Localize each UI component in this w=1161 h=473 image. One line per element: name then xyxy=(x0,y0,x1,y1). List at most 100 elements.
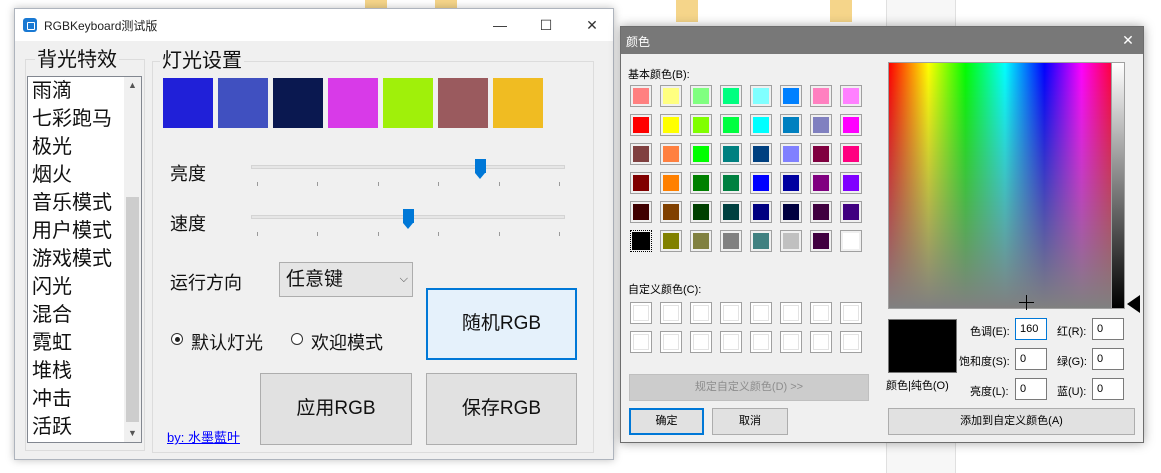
basic-color-cell[interactable] xyxy=(780,114,802,136)
basic-color-cell[interactable] xyxy=(630,230,652,252)
saturation-input[interactable]: 0 xyxy=(1015,348,1047,370)
color-swatch[interactable] xyxy=(438,78,488,128)
custom-color-cell[interactable] xyxy=(660,331,682,353)
basic-color-cell[interactable] xyxy=(750,201,772,223)
basic-color-cell[interactable] xyxy=(840,114,862,136)
basic-color-cell[interactable] xyxy=(660,230,682,252)
radio-welcome-label[interactable]: 欢迎模式 xyxy=(311,329,383,355)
basic-color-cell[interactable] xyxy=(690,201,712,223)
basic-color-cell[interactable] xyxy=(690,114,712,136)
direction-select[interactable]: 任意键 ⌵ xyxy=(279,262,413,297)
basic-color-cell[interactable] xyxy=(810,230,832,252)
basic-color-cell[interactable] xyxy=(660,114,682,136)
custom-color-cell[interactable] xyxy=(660,302,682,324)
color-swatch[interactable] xyxy=(383,78,433,128)
green-input[interactable]: 0 xyxy=(1092,348,1124,370)
luminance-bar[interactable] xyxy=(1111,62,1125,309)
basic-color-cell[interactable] xyxy=(780,143,802,165)
basic-color-cell[interactable] xyxy=(630,114,652,136)
color-swatch[interactable] xyxy=(218,78,268,128)
add-to-custom-colors-button[interactable]: 添加到自定义颜色(A) xyxy=(888,408,1135,435)
minimize-button[interactable]: — xyxy=(477,9,523,41)
scroll-down-icon[interactable]: ▼ xyxy=(124,425,141,442)
basic-color-cell[interactable] xyxy=(690,172,712,194)
radio-welcome-mode[interactable] xyxy=(291,333,303,345)
dialog-close-icon[interactable]: ✕ xyxy=(1113,27,1143,54)
custom-color-cell[interactable] xyxy=(630,331,652,353)
basic-color-cell[interactable] xyxy=(720,85,742,107)
custom-color-cell[interactable] xyxy=(720,302,742,324)
basic-color-cell[interactable] xyxy=(840,85,862,107)
save-rgb-button[interactable]: 保存RGB xyxy=(426,373,577,445)
custom-color-cell[interactable] xyxy=(630,302,652,324)
close-button[interactable]: ✕ xyxy=(569,9,615,41)
blue-input[interactable]: 0 xyxy=(1092,378,1124,400)
custom-color-cell[interactable] xyxy=(690,331,712,353)
color-swatch[interactable] xyxy=(273,78,323,128)
basic-color-cell[interactable] xyxy=(840,143,862,165)
basic-color-cell[interactable] xyxy=(630,201,652,223)
basic-color-cell[interactable] xyxy=(660,201,682,223)
color-swatch[interactable] xyxy=(328,78,378,128)
basic-color-cell[interactable] xyxy=(750,230,772,252)
luminance-input[interactable]: 0 xyxy=(1015,378,1047,400)
custom-color-cell[interactable] xyxy=(750,302,772,324)
custom-color-cell[interactable] xyxy=(840,302,862,324)
crosshair-icon[interactable] xyxy=(1019,295,1034,310)
basic-color-cell[interactable] xyxy=(840,201,862,223)
basic-color-cell[interactable] xyxy=(660,172,682,194)
basic-color-cell[interactable] xyxy=(810,172,832,194)
define-custom-colors-button[interactable]: 规定自定义颜色(D) >> xyxy=(629,374,869,401)
color-spectrum[interactable] xyxy=(888,62,1122,309)
custom-color-cell[interactable] xyxy=(750,331,772,353)
basic-color-cell[interactable] xyxy=(840,172,862,194)
basic-color-cell[interactable] xyxy=(720,201,742,223)
basic-color-cell[interactable] xyxy=(780,85,802,107)
red-input[interactable]: 0 xyxy=(1092,318,1124,340)
cancel-button[interactable]: 取消 xyxy=(712,408,788,435)
brightness-slider-thumb[interactable] xyxy=(475,159,487,179)
basic-color-cell[interactable] xyxy=(810,114,832,136)
basic-color-cell[interactable] xyxy=(660,143,682,165)
basic-color-cell[interactable] xyxy=(720,230,742,252)
basic-color-cell[interactable] xyxy=(810,143,832,165)
custom-color-cell[interactable] xyxy=(690,302,712,324)
basic-color-cell[interactable] xyxy=(780,172,802,194)
luminance-arrow-icon[interactable] xyxy=(1127,295,1140,313)
effects-scrollbar[interactable]: ▲ ▼ xyxy=(124,77,141,442)
basic-color-cell[interactable] xyxy=(630,172,652,194)
basic-color-cell[interactable] xyxy=(810,85,832,107)
apply-rgb-button[interactable]: 应用RGB xyxy=(260,373,412,445)
basic-color-cell[interactable] xyxy=(690,143,712,165)
basic-color-cell[interactable] xyxy=(840,230,862,252)
basic-color-cell[interactable] xyxy=(750,143,772,165)
basic-color-cell[interactable] xyxy=(660,85,682,107)
custom-color-cell[interactable] xyxy=(780,331,802,353)
color-swatch[interactable] xyxy=(493,78,543,128)
radio-default-light[interactable] xyxy=(171,333,183,345)
basic-color-cell[interactable] xyxy=(810,201,832,223)
author-link[interactable]: by: 水墨藍叶 xyxy=(167,427,240,446)
basic-color-cell[interactable] xyxy=(720,143,742,165)
custom-color-cell[interactable] xyxy=(810,302,832,324)
basic-color-cell[interactable] xyxy=(720,114,742,136)
basic-color-cell[interactable] xyxy=(630,85,652,107)
basic-color-cell[interactable] xyxy=(690,230,712,252)
scroll-up-icon[interactable]: ▲ xyxy=(124,77,141,94)
basic-color-cell[interactable] xyxy=(780,230,802,252)
custom-color-cell[interactable] xyxy=(720,331,742,353)
hue-input[interactable]: 160 xyxy=(1015,318,1047,340)
basic-color-cell[interactable] xyxy=(750,114,772,136)
custom-color-cell[interactable] xyxy=(810,331,832,353)
maximize-button[interactable]: ☐ xyxy=(523,9,569,41)
basic-color-cell[interactable] xyxy=(690,85,712,107)
basic-color-cell[interactable] xyxy=(780,201,802,223)
ok-button[interactable]: 确定 xyxy=(629,408,704,435)
custom-color-cell[interactable] xyxy=(840,331,862,353)
effects-list[interactable]: 雨滴 七彩跑马 极光 烟火 音乐模式 用户模式 游戏模式 闪光 混合 霓虹 堆栈 冲击 活跃 ▲ ▼ xyxy=(27,76,142,443)
custom-color-cell[interactable] xyxy=(780,302,802,324)
speed-slider-thumb[interactable] xyxy=(403,209,414,229)
color-swatch[interactable] xyxy=(163,78,213,128)
radio-default-label[interactable]: 默认灯光 xyxy=(191,329,263,355)
random-rgb-button[interactable]: 随机RGB xyxy=(426,288,577,360)
